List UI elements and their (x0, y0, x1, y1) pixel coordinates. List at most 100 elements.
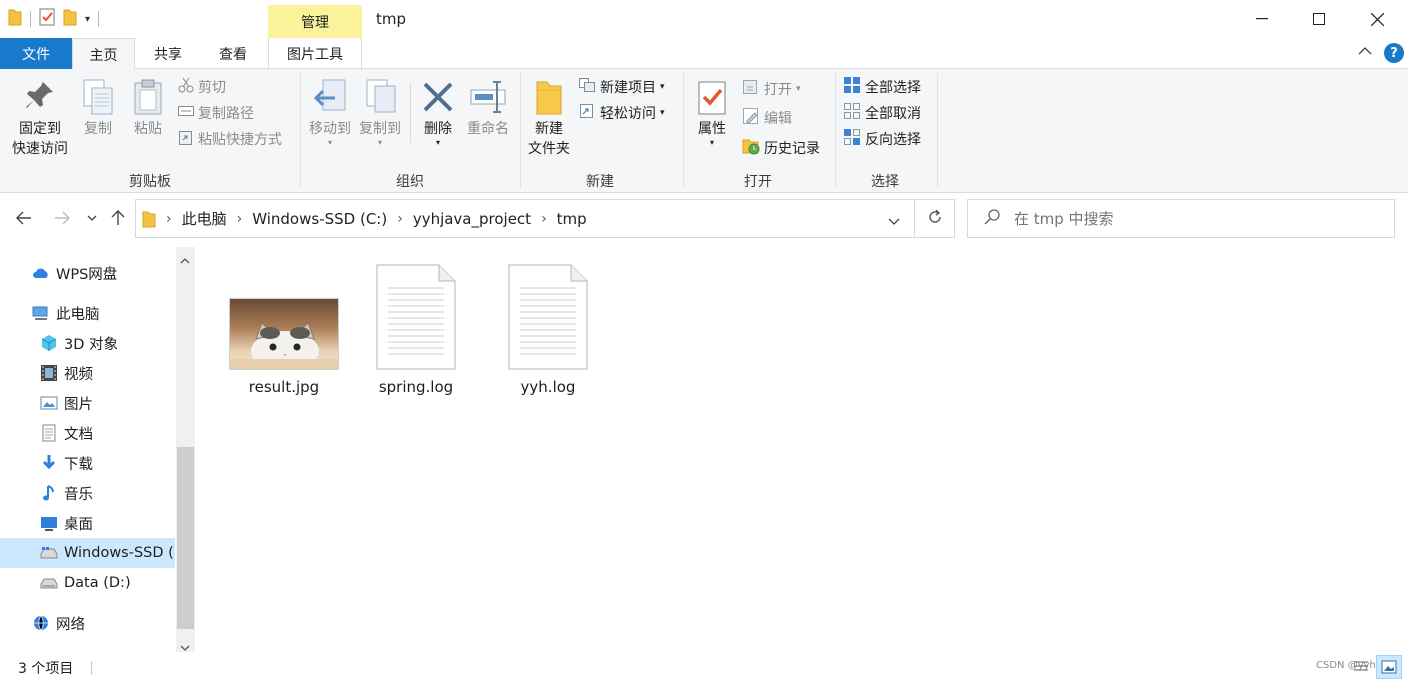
music-icon (40, 484, 58, 502)
breadcrumb-chevron-icon[interactable]: › (397, 211, 403, 227)
download-icon (40, 454, 58, 472)
drive-icon (40, 544, 58, 562)
address-dropdown-icon[interactable] (888, 214, 900, 230)
paste-icon (133, 75, 163, 119)
select-none-icon (843, 102, 861, 124)
recent-locations-chevron-icon[interactable] (82, 204, 102, 232)
up-arrow-icon[interactable] (106, 204, 130, 232)
address-bar[interactable]: › 此电脑 › Windows-SSD (C:) › yyhjava_proje… (135, 199, 915, 238)
breadcrumb-chevron-icon[interactable]: › (166, 211, 172, 227)
new-folder-button[interactable]: 新建 文件夹 (526, 75, 572, 159)
tab-home[interactable]: 主页 (72, 38, 135, 70)
title-bar: ▾ 管理 tmp (0, 0, 1408, 38)
properties-checkmark-icon[interactable] (39, 8, 55, 30)
file-item-yyh-log[interactable]: yyh.log (488, 264, 608, 396)
nav-item-downloads[interactable]: 下载 (0, 448, 175, 478)
paste-label: 粘贴 (134, 121, 162, 137)
history-icon (742, 137, 760, 159)
breadcrumb-drive-c[interactable]: Windows-SSD (C:) (252, 210, 387, 228)
cut-button[interactable]: 剪切 (178, 76, 226, 98)
customize-qat-icon[interactable]: ▾ (85, 14, 90, 25)
edit-icon (742, 107, 760, 129)
new-item-button[interactable]: 新建项目 ▾ (578, 76, 665, 98)
group-divider (300, 73, 301, 189)
nav-item-music[interactable]: 音乐 (0, 478, 175, 508)
window-title: tmp (376, 10, 407, 28)
nav-item-windows-ssd[interactable]: Windows-SSD ( (0, 538, 175, 568)
details-view-icon[interactable] (1348, 655, 1374, 679)
delete-dropdown-icon: ▾ (435, 138, 440, 147)
qat-divider (30, 11, 31, 27)
copy-button[interactable]: 复制 (78, 75, 118, 139)
invert-selection-button[interactable]: 反向选择 (843, 128, 921, 150)
collapse-ribbon-icon[interactable] (1358, 44, 1372, 60)
context-tab-manage[interactable]: 管理 (268, 5, 362, 38)
help-icon[interactable]: ? (1384, 43, 1404, 63)
paste-button[interactable]: 粘贴 (128, 75, 168, 139)
large-icons-view-icon[interactable] (1376, 655, 1402, 679)
new-folder-icon[interactable] (63, 8, 77, 30)
edit-button[interactable]: 编辑 (742, 107, 792, 129)
back-arrow-icon[interactable] (12, 204, 36, 232)
nav-item-wps-cloud[interactable]: WPS网盘 (0, 258, 175, 288)
tab-view[interactable]: 查看 (201, 38, 265, 69)
nav-label: 桌面 (64, 516, 93, 533)
breadcrumb-chevron-icon[interactable]: › (237, 211, 243, 227)
close-button[interactable] (1348, 0, 1406, 38)
move-to-button[interactable]: 移动到 ▾ (306, 75, 354, 147)
file-name: spring.log (378, 378, 454, 396)
network-icon (32, 614, 50, 632)
rename-button[interactable]: 重命名 (464, 75, 512, 139)
delete-button[interactable]: 删除 ▾ (418, 75, 458, 147)
select-none-button[interactable]: 全部取消 (843, 102, 921, 124)
easy-access-button[interactable]: 轻松访问 ▾ (578, 102, 665, 124)
maximize-button[interactable] (1290, 0, 1348, 38)
rename-icon (469, 75, 507, 119)
scroll-up-icon[interactable] (180, 252, 190, 268)
copy-path-button[interactable]: 复制路径 (178, 102, 254, 124)
breadcrumb-chevron-icon[interactable]: › (541, 211, 547, 227)
paste-shortcut-button[interactable]: 粘贴快捷方式 (178, 128, 282, 150)
nav-item-pictures[interactable]: 图片 (0, 388, 175, 418)
minimize-button[interactable] (1233, 0, 1291, 38)
nav-item-desktop[interactable]: 桌面 (0, 508, 175, 538)
scissors-icon (178, 77, 194, 97)
navigation-pane: WPS网盘 此电脑 3D 对象 视频 图片 文档 下载 音乐 桌面 Window… (0, 247, 175, 651)
tab-file[interactable]: 文件 (0, 38, 72, 69)
scroll-down-icon[interactable] (180, 639, 190, 655)
nav-item-network[interactable]: 网络 (0, 608, 175, 638)
nav-scrollbar[interactable] (176, 247, 195, 652)
properties-dropdown-icon: ▾ (709, 138, 714, 147)
copy-to-button[interactable]: 复制到 ▾ (356, 75, 404, 147)
status-bar: 3 个项目 CSDN @yyh (0, 655, 1408, 683)
breadcrumb-this-pc[interactable]: 此电脑 (182, 208, 227, 229)
pin-to-quick-access-button[interactable]: 固定到 快速访问 (8, 75, 72, 159)
search-input[interactable] (1014, 209, 1374, 228)
tab-share[interactable]: 共享 (137, 38, 199, 69)
nav-item-this-pc[interactable]: 此电脑 (0, 298, 175, 328)
nav-label: Data (D:) (64, 575, 131, 591)
nav-label: 3D 对象 (64, 336, 118, 353)
nav-item-documents[interactable]: 文档 (0, 418, 175, 448)
file-item-spring-log[interactable]: spring.log (356, 264, 476, 396)
file-item-result-jpg[interactable]: result.jpg (224, 264, 344, 396)
scrollbar-thumb[interactable] (177, 447, 194, 629)
open-group-label: 打开 (744, 174, 772, 190)
nav-item-videos[interactable]: 视频 (0, 358, 175, 388)
history-button[interactable]: 历史记录 (742, 137, 820, 159)
delete-x-icon (422, 75, 454, 119)
refresh-button[interactable] (915, 199, 955, 238)
nav-label: 图片 (64, 396, 93, 413)
nav-item-data-d[interactable]: Data (D:) (0, 568, 175, 598)
nav-label: 文档 (64, 426, 93, 443)
forward-arrow-icon[interactable] (50, 204, 74, 232)
properties-button[interactable]: 属性 ▾ (690, 75, 734, 147)
nav-item-3d-objects[interactable]: 3D 对象 (0, 328, 175, 358)
breadcrumb-tmp[interactable]: tmp (557, 210, 587, 228)
tab-picture-tools[interactable]: 图片工具 (268, 38, 362, 69)
breadcrumb-project[interactable]: yyhjava_project (413, 210, 531, 228)
select-all-button[interactable]: 全部选择 (843, 76, 921, 98)
open-button[interactable]: 打开 ▾ (742, 78, 801, 100)
new-folder-label-line2: 文件夹 (528, 141, 570, 157)
search-box[interactable] (967, 199, 1395, 238)
